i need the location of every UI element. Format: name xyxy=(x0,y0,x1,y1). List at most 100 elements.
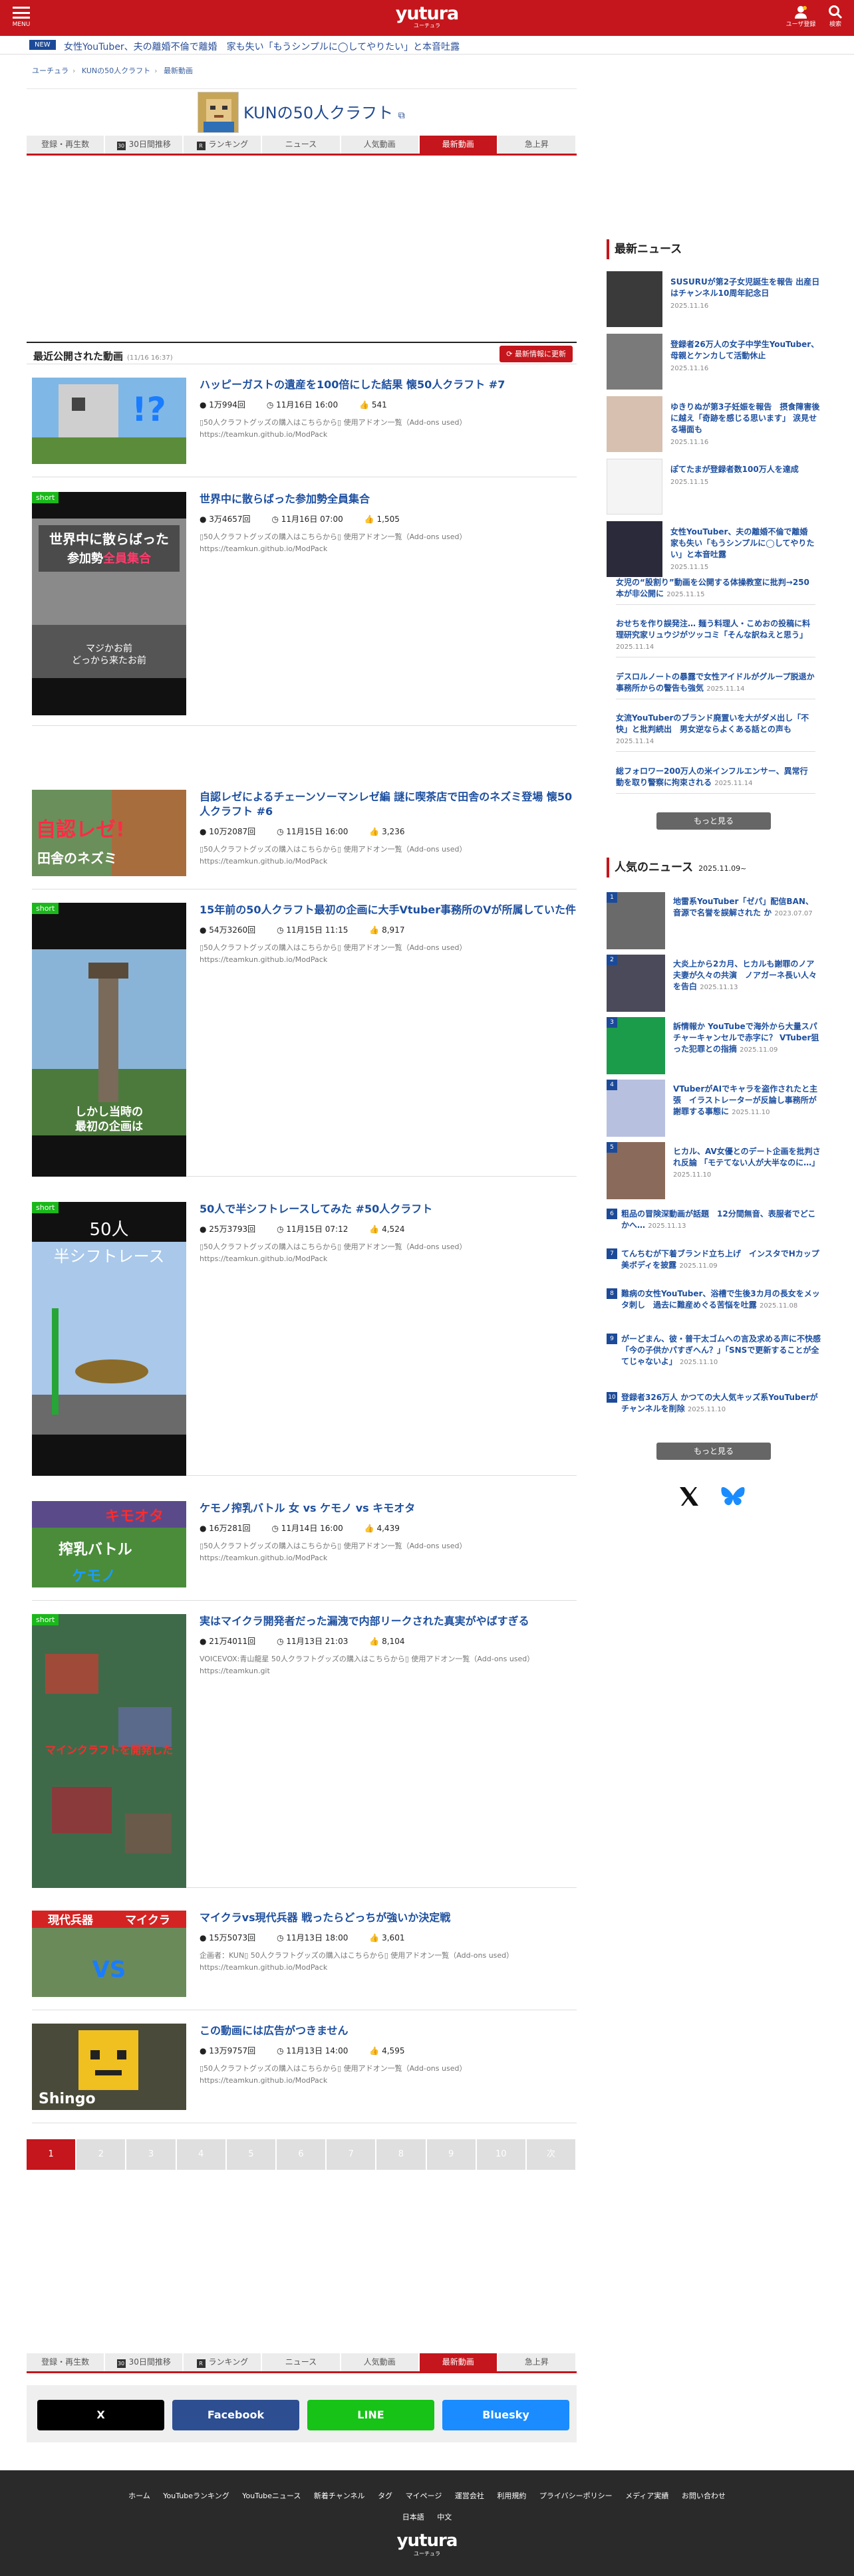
page-next[interactable]: 次 xyxy=(526,2139,576,2170)
footer-link[interactable]: タグ xyxy=(378,2492,392,2500)
tab-subscribers[interactable]: 登録・再生数 xyxy=(27,136,106,154)
ranked-news-item[interactable]: 5 ヒカル、AV女優とのデート企画を批判され反論 「モテてない人が大半なのに…」… xyxy=(607,1142,821,1199)
footer-link[interactable]: YouTubeランキング xyxy=(163,2492,229,2500)
tab-latest[interactable]: 最新動画 xyxy=(419,2353,498,2371)
news-thumbnail[interactable] xyxy=(607,396,662,452)
video-title[interactable]: ケモノ搾乳バトル 女 vs ケモノ vs キモオタ xyxy=(200,1501,577,1516)
site-logo[interactable]: yutura ユーチュラ xyxy=(394,5,460,29)
page-link[interactable]: 7 xyxy=(327,2139,376,2170)
lang-ja[interactable]: 日本語 xyxy=(402,2513,424,2521)
news-text-item[interactable]: 女流YouTuberのブランド廃置いを大がダメ出し「不快」と批判続出 男女逆なら… xyxy=(616,713,815,752)
tab-popular[interactable]: 人気動画 xyxy=(341,2353,420,2371)
refresh-button[interactable]: ⟳ 最新情報に更新 xyxy=(499,346,573,362)
news-item[interactable]: 登録者26万人の女子中学生YouTuber、母親とケンカして活動休止 2025.1… xyxy=(607,334,821,390)
news-text-item[interactable]: 女児の“股割り”動画を公開する体操教室に批判→250本が非公開に 2025.11… xyxy=(616,577,815,605)
footer-link[interactable]: メディア実績 xyxy=(625,2492,668,2500)
tab-ranking[interactable]: R ランキング xyxy=(184,136,263,154)
ranked-news-item[interactable]: 2 大炎上から2カ月、ヒカルも謝罪のノア夫妻が久々の共演 ノアガーネ長い人々を告… xyxy=(607,955,821,1012)
channel-title[interactable]: KUNの50人クラフト ⧉ xyxy=(243,100,405,123)
tab-latest[interactable]: 最新動画 xyxy=(419,136,498,154)
video-title[interactable]: ハッピーガストの遺産を100倍にした結果 懐50人クラフト #7 xyxy=(200,378,577,392)
tab-news[interactable]: ニュース xyxy=(262,2353,341,2371)
x-logo-icon[interactable] xyxy=(677,1484,701,1508)
tab-30days[interactable]: 30 30日間推移 xyxy=(105,136,184,154)
news-thumbnail[interactable] xyxy=(607,334,662,390)
channel-avatar[interactable] xyxy=(198,92,239,133)
video-thumbnail[interactable]: 50人 半シフトレース short xyxy=(32,1202,186,1476)
tab-subscribers[interactable]: 登録・再生数 xyxy=(27,2353,106,2371)
news-thumbnail[interactable] xyxy=(607,271,662,327)
footer-link[interactable]: プライバシーポリシー xyxy=(539,2492,613,2500)
page-link[interactable]: 2 xyxy=(76,2139,126,2170)
share-facebook-button[interactable]: Facebook xyxy=(172,2400,299,2430)
ranked-news-item[interactable]: 1 地雷系YouTuber「ゼパ」配信BAN、音源で名誉を誤解された か 202… xyxy=(607,892,821,949)
share-x-button[interactable]: X xyxy=(37,2400,164,2430)
footer-logo[interactable]: yutura ユーチュラ xyxy=(394,2531,460,2557)
video-thumbnail[interactable]: 自認レゼ! 田舎のネズミ xyxy=(32,790,186,876)
ranked-news-item[interactable]: 10 登録者326万人 かつての大人気キッズ系YouTuberがチャンネルを削除… xyxy=(607,1392,821,1425)
video-title[interactable]: 自認レゼによるチェーンソーマンレゼ編 謎に喫茶店で田舎のネズミ登場 懐50人クラ… xyxy=(200,790,577,819)
news-item[interactable]: SUSURUが第2子女児誕生を報告 出産日はチャンネル10周年記念日 2025.1… xyxy=(607,271,821,327)
tab-trending[interactable]: 急上昇 xyxy=(498,2353,577,2371)
footer-link[interactable]: お問い合わせ xyxy=(682,2492,726,2500)
ticker-text[interactable]: 女性YouTuber、夫の離婚不倫で離婚 家も失い「もうシンプルに◯してやりたい… xyxy=(64,40,460,53)
more-popular-news-button[interactable]: もっと見る xyxy=(656,1443,771,1460)
video-title[interactable]: マイクラvs現代兵器 戦ったらどっちが強いか決定戦 xyxy=(200,1911,577,1925)
tab-news[interactable]: ニュース xyxy=(262,136,341,154)
news-ticker[interactable]: NEW 女性YouTuber、夫の離婚不倫で離婚 家も失い「もうシンプルに◯して… xyxy=(0,36,854,55)
tab-ranking[interactable]: R ランキング xyxy=(184,2353,263,2371)
video-title[interactable]: 世界中に散らばった参加勢全員集合 xyxy=(200,492,577,507)
footer-link[interactable]: 運営会社 xyxy=(455,2492,484,2500)
footer-link[interactable]: YouTubeニュース xyxy=(242,2492,301,2500)
page-link[interactable]: 8 xyxy=(376,2139,426,2170)
bluesky-logo-icon[interactable] xyxy=(720,1486,746,1508)
video-thumbnail[interactable]: しかし当時の 最初の企画は short xyxy=(32,903,186,1177)
share-line-button[interactable]: LINE xyxy=(307,2400,434,2430)
menu-button[interactable]: MENU xyxy=(8,5,35,32)
more-latest-news-button[interactable]: もっと見る xyxy=(656,812,771,830)
video-thumbnail[interactable]: キモオタ 搾乳バトル ケモノ xyxy=(32,1501,186,1587)
page-link[interactable]: 10 xyxy=(476,2139,525,2170)
lang-zh[interactable]: 中文 xyxy=(437,2513,452,2521)
news-item[interactable]: 女性YouTuber、夫の離婚不倫で離婚 家も失い「もうシンプルに◯してやりたい… xyxy=(607,521,821,577)
video-title[interactable]: 15年前の50人クラフト最初の企画に大手Vtuber事務所のVが所属していた件 xyxy=(200,903,577,917)
page-link[interactable]: 1 xyxy=(27,2139,76,2170)
video-title[interactable]: この動画には広告がつきません xyxy=(200,2024,577,2038)
footer-link[interactable]: 新着チャンネル xyxy=(314,2492,365,2500)
page-link[interactable]: 9 xyxy=(426,2139,476,2170)
video-thumbnail[interactable]: 世界中に散らばった 参加勢全員集合 マジかお前 どっから来たお前 short xyxy=(32,492,186,715)
page-link[interactable]: 6 xyxy=(276,2139,326,2170)
video-thumbnail[interactable]: Shingo xyxy=(32,2024,186,2110)
ranked-news-item[interactable]: 8 難病の女性YouTuber、浴槽で生後3カ月の長女をメッタ刺し 過去に難産め… xyxy=(607,1288,821,1328)
ranked-news-item[interactable]: 7 てんちむが下着ブランド立ち上げ インスタでHカップ美ボディを披露 2025.… xyxy=(607,1248,821,1282)
ranked-news-item[interactable]: 4 VTuberがAIでキャラを盗作されたと主張 イラストレーターが反論し事務所… xyxy=(607,1080,821,1137)
video-thumbnail[interactable]: 現代兵器 マイクラ VS xyxy=(32,1911,186,1997)
breadcrumb-home[interactable]: ユーチュラ xyxy=(32,66,69,75)
tab-30days[interactable]: 30 30日間推移 xyxy=(105,2353,184,2371)
news-text-item[interactable]: 総フォロワー200万人の米インフルエンサー、異常行動を取り警察に拘束される 20… xyxy=(616,766,815,794)
video-title[interactable]: 50人で半シフトレースしてみた #50人クラフト xyxy=(200,1202,577,1217)
news-item[interactable]: ぽてたまが登録者数100万人を達成 2025.11.15 xyxy=(607,459,821,515)
footer-link[interactable]: マイページ xyxy=(406,2492,442,2500)
ranked-news-item[interactable]: 9 がーどまん、彼・普干太ゴムへの言及求める声に不快感 「今の子供かパすぎへん？… xyxy=(607,1334,821,1384)
tab-trending[interactable]: 急上昇 xyxy=(498,136,577,154)
page-link[interactable]: 3 xyxy=(126,2139,176,2170)
footer-link[interactable]: ホーム xyxy=(128,2492,150,2500)
tab-popular[interactable]: 人気動画 xyxy=(341,136,420,154)
ranked-news-item[interactable]: 6 粗品の冒険深動画が話題 12分間無音、表服者でどこかへ… 2025.11.1… xyxy=(607,1209,821,1242)
page-link[interactable]: 5 xyxy=(226,2139,275,2170)
ranked-news-item[interactable]: 3 訴情報か YouTubeで海外から大量スパチャーキャンセルで赤字に？ VTu… xyxy=(607,1017,821,1074)
news-text-item[interactable]: おせちを作り誤発注… 麺う料理人・こめおの投稿に料理研究家リュウジがツッコミ「そ… xyxy=(616,618,815,657)
user-register-button[interactable]: ユーザ登録 xyxy=(782,5,819,28)
news-thumbnail[interactable] xyxy=(607,521,662,577)
video-title[interactable]: 実はマイクラ開発者だった漏洩で内部リークされた真実がやばすぎる xyxy=(200,1614,577,1629)
breadcrumb-channel[interactable]: KUNの50人クラフト xyxy=(82,66,150,75)
news-text-item[interactable]: デスロルノートの暴露で女性アイドルがグループ脱退か 事務所からの警告も強気 20… xyxy=(616,671,823,699)
share-bluesky-button[interactable]: Bluesky xyxy=(442,2400,569,2430)
news-item[interactable]: ゆきりぬが第3子妊娠を報告 摂食障害後に越え「奇跡を感じる思います」 涙見せる場… xyxy=(607,396,821,452)
page-link[interactable]: 4 xyxy=(176,2139,225,2170)
search-button[interactable]: 検索 xyxy=(822,5,849,28)
news-thumbnail[interactable] xyxy=(607,459,662,515)
video-thumbnail[interactable]: マインクラフトを開発した short xyxy=(32,1614,186,1888)
video-thumbnail[interactable]: !? xyxy=(32,378,186,464)
